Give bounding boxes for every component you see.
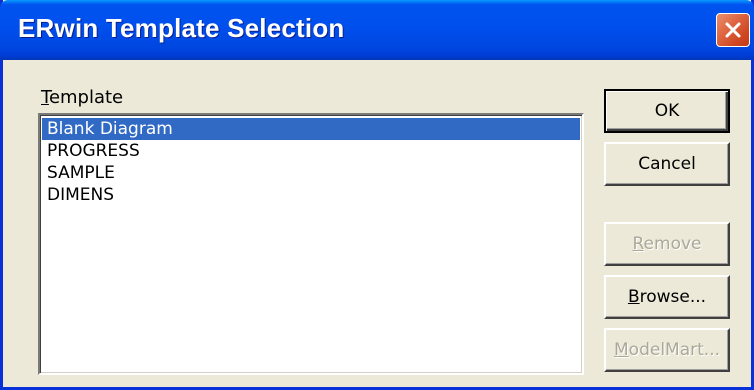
template-listbox[interactable]: Blank Diagram PROGRESS SAMPLE DIMENS [38,113,584,375]
remove-button[interactable]: Remove [604,222,730,266]
modelmart-button[interactable]: ModelMart... [604,328,730,372]
list-item-sample[interactable]: SAMPLE [42,162,580,184]
dialog-window: ERwin Template Selection Template Blank … [0,0,754,390]
template-label-rest: emplate [48,87,124,108]
close-icon [725,22,741,38]
title-bar[interactable]: ERwin Template Selection [0,0,754,60]
modelmart-button-rest: odelMart... [628,340,720,360]
window-title: ERwin Template Selection [18,13,345,43]
template-label-mnemonic: T [41,87,49,108]
list-item-blank-diagram[interactable]: Blank Diagram [42,118,580,140]
template-label: Template [41,87,123,108]
close-button[interactable] [716,13,750,47]
list-item-progress[interactable]: PROGRESS [42,140,580,162]
browse-button[interactable]: Browse... [604,275,730,319]
browse-button-rest: rowse... [639,287,707,307]
browse-button-mnemonic: B [627,287,640,307]
cancel-button[interactable]: Cancel [604,142,730,186]
ok-button[interactable]: OK [604,89,730,133]
remove-button-mnemonic: R [632,234,644,254]
modelmart-button-mnemonic: M [614,340,629,360]
list-item-dimens[interactable]: DIMENS [42,184,580,206]
remove-button-rest: emove [643,234,702,254]
